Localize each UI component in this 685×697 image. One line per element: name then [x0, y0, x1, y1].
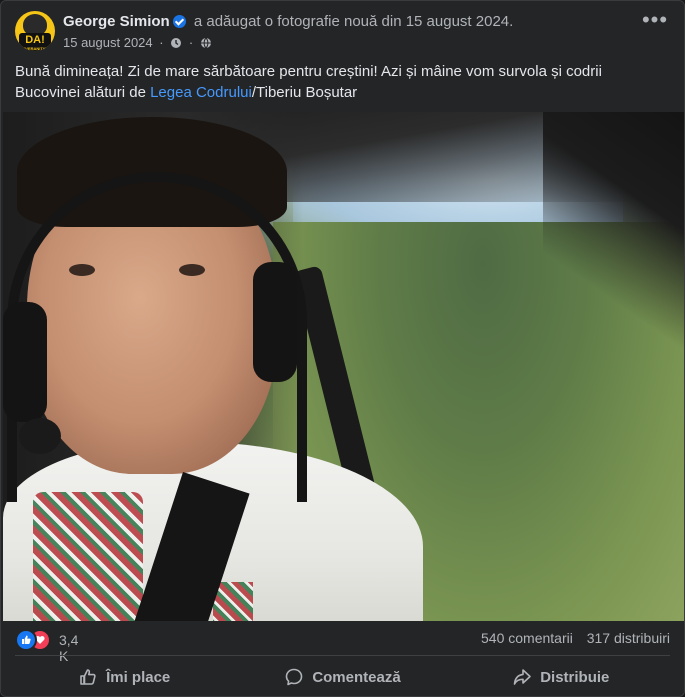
share-label: Distribuie: [540, 668, 610, 686]
comment-label: Comentează: [312, 668, 401, 686]
avatar-badge: DA! SUVERANITATE: [19, 33, 51, 51]
headset-earcup-right: [253, 262, 297, 382]
headset-earcup-left: [3, 302, 47, 422]
globe-icon[interactable]: [200, 37, 212, 49]
author-line: George Simion a adăugat o fotografie nou…: [63, 13, 513, 30]
post-date[interactable]: 15 august 2024: [63, 35, 153, 50]
actions-divider: [15, 655, 670, 656]
like-label: Îmi place: [106, 668, 171, 686]
engagement-counts: 540 comentarii 317 distribuiri: [481, 630, 670, 646]
post-actions: Îmi place Comentează Distribuie: [15, 659, 670, 695]
post-header: DA! SUVERANITATE George Simion a adăugat …: [15, 9, 670, 55]
cockpit-frame-right: [543, 112, 684, 372]
verified-badge-icon: [172, 15, 186, 28]
more-options-icon[interactable]: •••: [640, 9, 670, 39]
share-icon: [513, 669, 532, 685]
meta-separator: ·: [188, 35, 194, 50]
comments-count[interactable]: 540 comentarii: [481, 630, 573, 646]
thumbs-up-icon: [80, 669, 96, 685]
post-card: DA! SUVERANITATE George Simion a adăugat …: [0, 0, 685, 697]
legea-codrului-link[interactable]: Legea Codrului: [150, 84, 252, 101]
shirt-embroidery-right: [213, 582, 253, 621]
post-meta: 15 august 2024 · ·: [63, 35, 212, 50]
post-stats: 3,4 K 540 comentarii 317 distribuiri: [15, 627, 670, 664]
comment-icon: [286, 668, 303, 686]
post-action-text: a adăugat o fotografie nouă din 15 augus…: [193, 13, 514, 30]
avatar-badge-subtext: SUVERANITATE: [19, 46, 51, 51]
clock-icon: [171, 38, 182, 48]
avatar-badge-text: DA!: [25, 34, 45, 46]
shares-count[interactable]: 317 distribuiri: [587, 630, 670, 646]
author-name[interactable]: George Simion: [63, 13, 170, 30]
post-text-end: /Tiberiu Boșutar: [251, 84, 358, 101]
headset-microphone: [19, 418, 61, 454]
like-button[interactable]: Îmi place: [15, 659, 233, 695]
like-reaction-icon: [15, 629, 37, 651]
share-button[interactable]: Distribuie: [452, 659, 670, 695]
comment-button[interactable]: Comentează: [233, 659, 451, 695]
shirt-embroidery: [33, 492, 143, 621]
post-text: Bună dimineața! Zi de mare sărbătoare pe…: [15, 61, 670, 103]
author-avatar[interactable]: DA! SUVERANITATE: [15, 11, 55, 51]
post-photo[interactable]: [3, 112, 684, 621]
meta-separator: ·: [159, 35, 164, 50]
